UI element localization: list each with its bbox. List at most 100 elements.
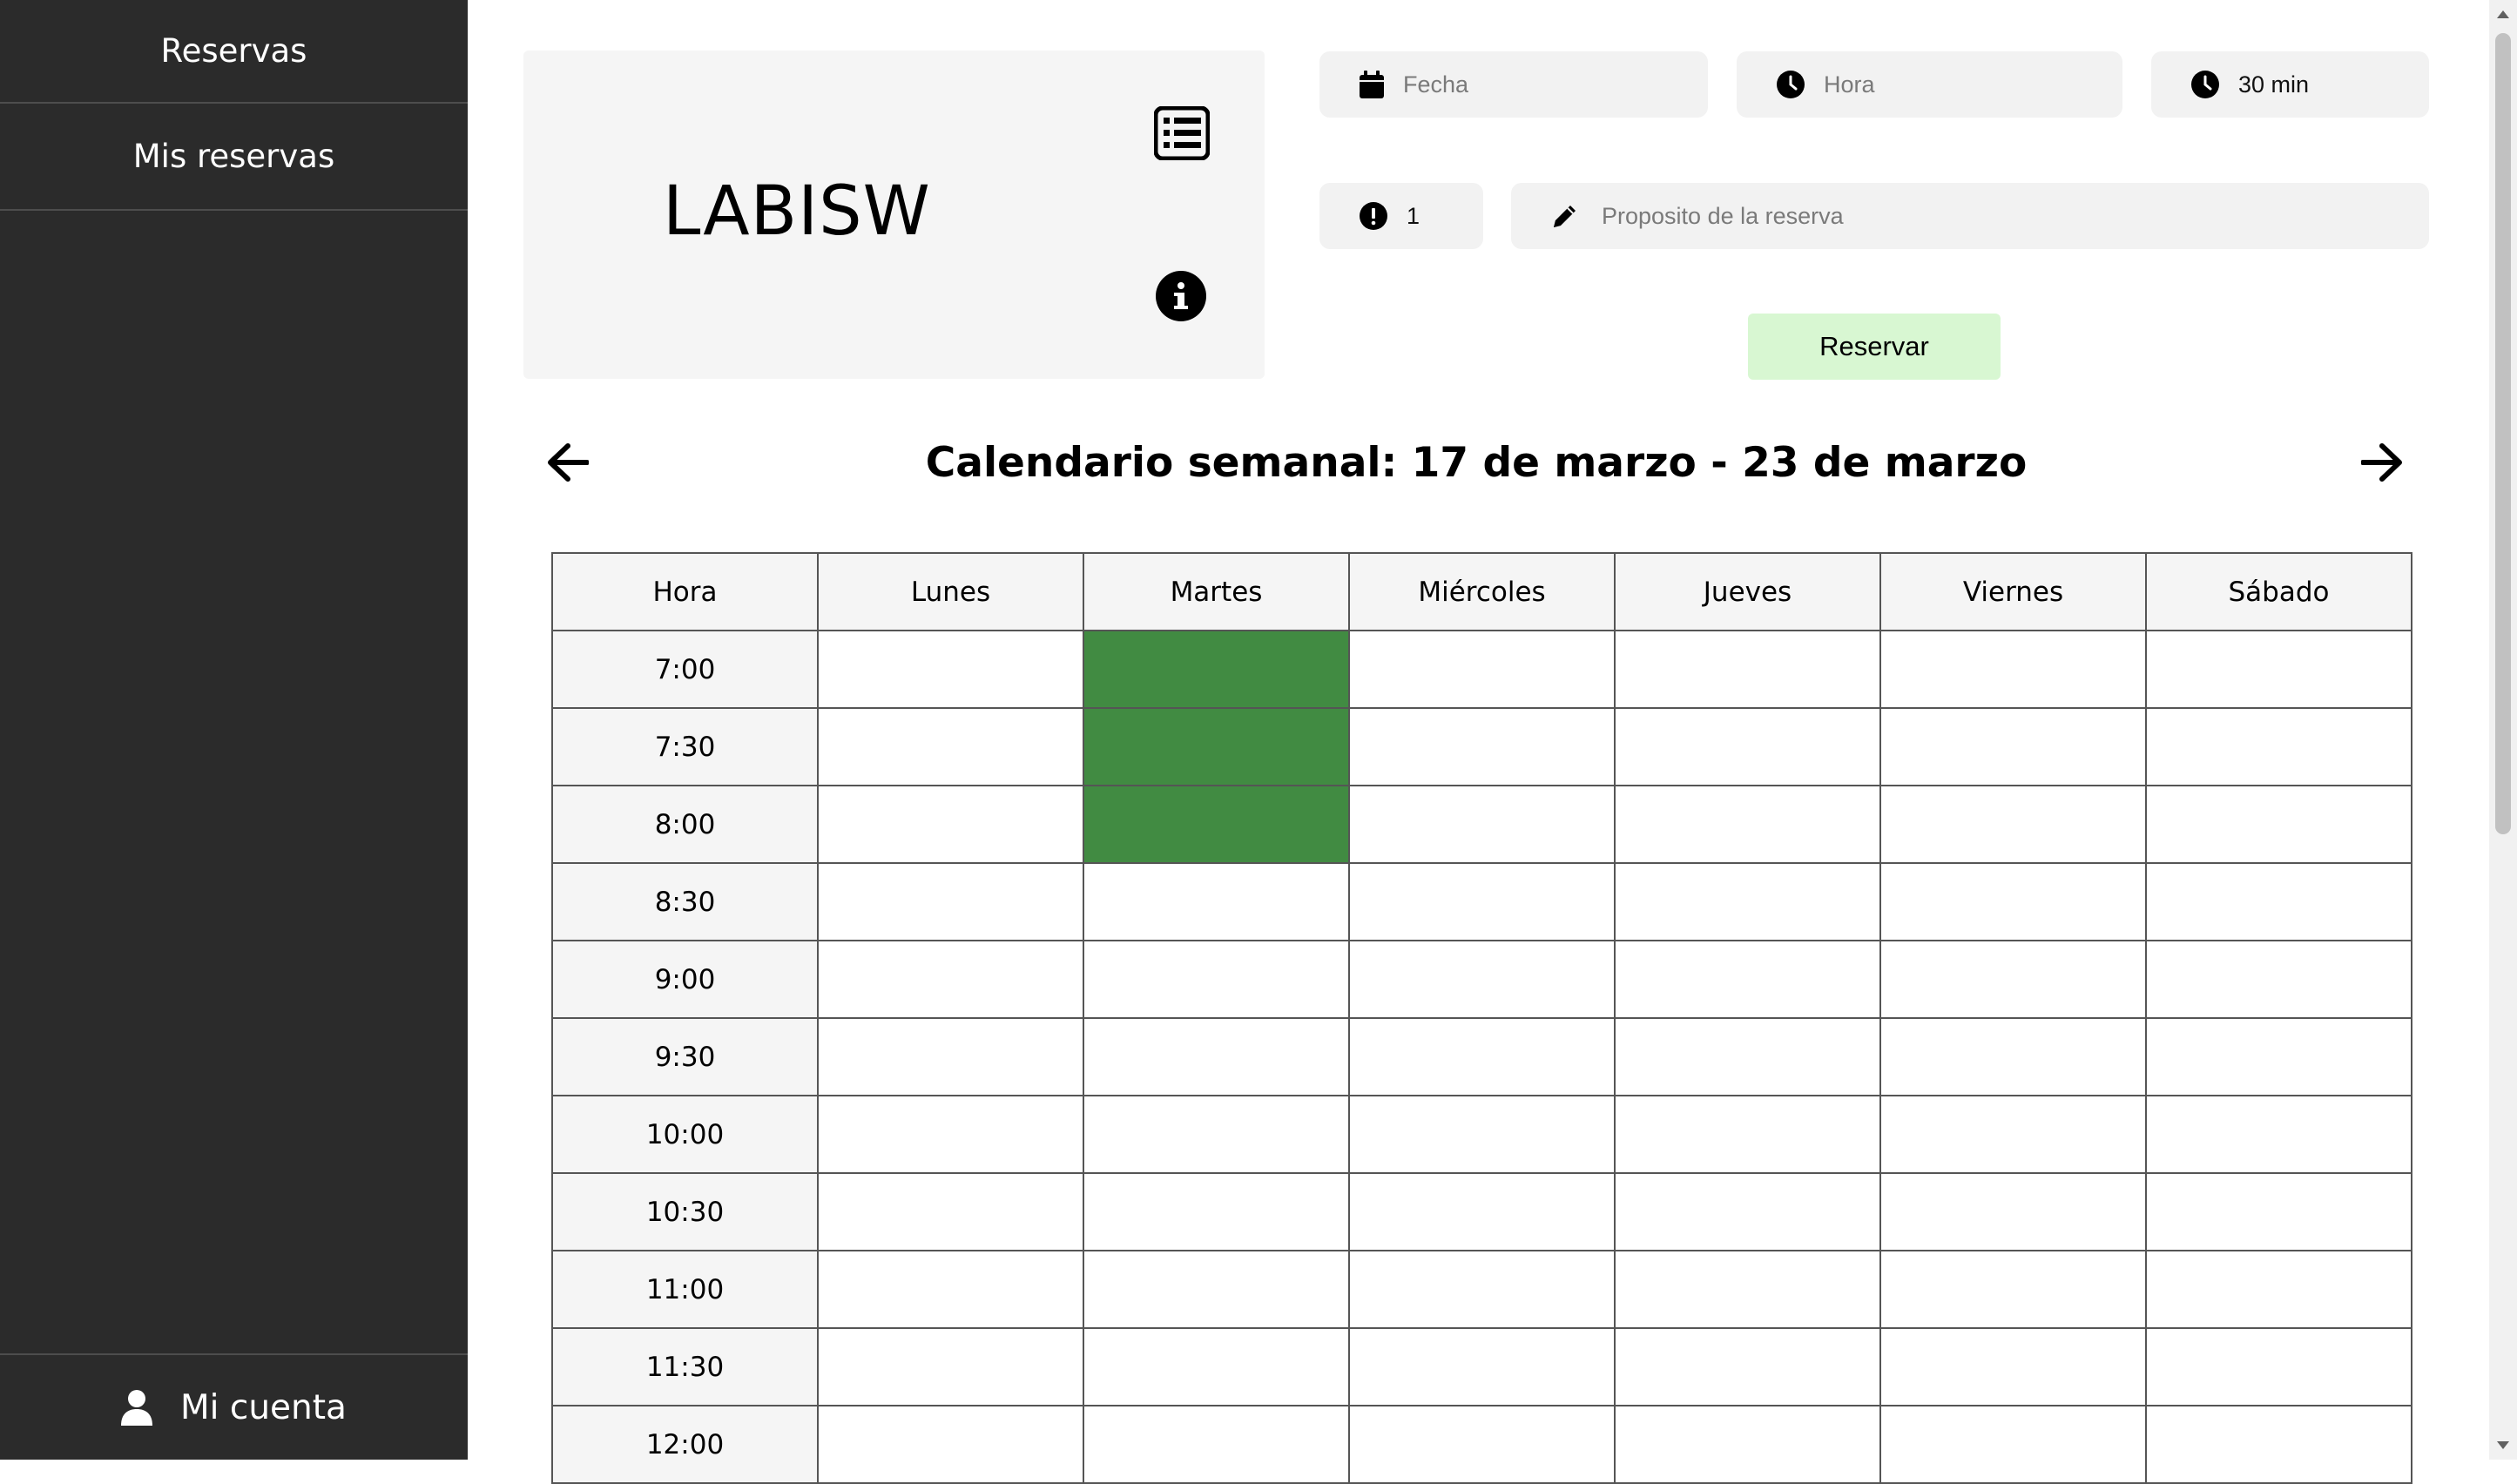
calendar-row: 10:00	[551, 1095, 2412, 1174]
account-button[interactable]: Mi cuenta	[0, 1353, 468, 1460]
calendar-slot[interactable]	[1614, 862, 1881, 941]
calendar-row: 8:30	[551, 862, 2412, 941]
calendar-slot[interactable]	[1879, 1250, 2147, 1329]
column-header-day: Jueves	[1614, 552, 1881, 631]
sidebar-item-mis-reservas[interactable]: Mis reservas	[0, 104, 468, 211]
calendar-slot[interactable]	[817, 1327, 1084, 1406]
calendar-slot[interactable]	[2145, 1017, 2412, 1096]
calendar-slot-booked[interactable]	[1083, 707, 1350, 786]
calendar-slot[interactable]	[1348, 1250, 1616, 1329]
calendar-slot[interactable]	[817, 1405, 1084, 1484]
sidebar-item-label: Reservas	[160, 32, 307, 70]
calendar-slot[interactable]	[1879, 707, 2147, 786]
calendar-slot[interactable]	[2145, 1095, 2412, 1174]
calendar-slot[interactable]	[1348, 707, 1616, 786]
calendar-slot[interactable]	[1614, 1250, 1881, 1329]
calendar-slot[interactable]	[1614, 1017, 1881, 1096]
calendar-slot[interactable]	[1083, 1095, 1350, 1174]
duration-select[interactable]: 30 min	[2151, 51, 2429, 118]
calendar-slot[interactable]	[1879, 1095, 2147, 1174]
calendar-slot[interactable]	[1348, 1017, 1616, 1096]
calendar-slot-booked[interactable]	[1083, 630, 1350, 709]
calendar-slot[interactable]	[1348, 630, 1616, 709]
calendar-slot[interactable]	[1083, 1405, 1350, 1484]
calendar-slot[interactable]	[1614, 1172, 1881, 1251]
scroll-down-icon[interactable]	[2497, 1441, 2509, 1449]
list-icon[interactable]	[1154, 106, 1210, 160]
column-header-day: Miércoles	[1348, 552, 1616, 631]
calendar-row: 10:30	[551, 1172, 2412, 1251]
calendar-slot[interactable]	[1614, 1327, 1881, 1406]
calendar-slot[interactable]	[817, 940, 1084, 1019]
calendar-slot[interactable]	[2145, 940, 2412, 1019]
calendar-slot[interactable]	[1614, 1095, 1881, 1174]
calendar-row: 8:00	[551, 785, 2412, 864]
calendar-slot[interactable]	[817, 707, 1084, 786]
calendar-row: 11:30	[551, 1327, 2412, 1406]
lab-name: LABISW	[663, 172, 931, 251]
calendar-slot[interactable]	[1614, 940, 1881, 1019]
arrow-right-icon[interactable]	[2361, 443, 2403, 482]
calendar-slot[interactable]	[817, 862, 1084, 941]
calendar-slot[interactable]	[817, 785, 1084, 864]
calendar-slot[interactable]	[817, 630, 1084, 709]
reserve-button[interactable]: Reservar	[1748, 314, 2001, 380]
calendar-slot[interactable]	[1879, 1017, 2147, 1096]
calendar-slot[interactable]	[2145, 1250, 2412, 1329]
calendar-slot[interactable]	[1348, 940, 1616, 1019]
calendar-slot[interactable]	[2145, 707, 2412, 786]
calendar-slot[interactable]	[1083, 1250, 1350, 1329]
calendar-slot[interactable]	[2145, 1405, 2412, 1484]
calendar-slot[interactable]	[1348, 785, 1616, 864]
calendar-slot[interactable]	[1083, 862, 1350, 941]
calendar-slot[interactable]	[1879, 1405, 2147, 1484]
calendar-slot[interactable]	[817, 1172, 1084, 1251]
calendar-slot[interactable]	[2145, 862, 2412, 941]
calendar-slot[interactable]	[1348, 1327, 1616, 1406]
calendar-row: 7:00	[551, 630, 2412, 709]
sidebar: Reservas Mis reservas Mi cuenta	[0, 0, 468, 1460]
calendar-slot[interactable]	[2145, 785, 2412, 864]
calendar-header-row: Hora Lunes Martes Miércoles Jueves Viernes Sáb…	[551, 552, 2412, 631]
hour-label: 9:30	[551, 1017, 819, 1096]
calendar-slot[interactable]	[1083, 940, 1350, 1019]
purpose-input[interactable]: Proposito de la reserva	[1511, 183, 2429, 249]
calendar-slot[interactable]	[1879, 862, 2147, 941]
calendar-slot[interactable]	[817, 1250, 1084, 1329]
scrollbar[interactable]	[2489, 0, 2517, 1460]
scroll-up-icon[interactable]	[2497, 10, 2509, 18]
purpose-placeholder: Proposito de la reserva	[1602, 202, 1844, 229]
calendar-slot[interactable]	[2145, 1172, 2412, 1251]
calendar-slot[interactable]	[1083, 1172, 1350, 1251]
calendar-slot[interactable]	[1879, 785, 2147, 864]
column-header-day: Viernes	[1879, 552, 2147, 631]
calendar-slot[interactable]	[1083, 1327, 1350, 1406]
calendar-slot[interactable]	[2145, 630, 2412, 709]
calendar-slot[interactable]	[1614, 707, 1881, 786]
hour-label: 10:30	[551, 1172, 819, 1251]
info-icon[interactable]	[1156, 271, 1206, 321]
calendar-slot[interactable]	[2145, 1327, 2412, 1406]
calendar-slot[interactable]	[1348, 1405, 1616, 1484]
calendar-slot[interactable]	[1879, 1327, 2147, 1406]
sidebar-item-reservas[interactable]: Reservas	[0, 0, 468, 104]
calendar-slot[interactable]	[1614, 785, 1881, 864]
calendar-slot[interactable]	[1348, 1095, 1616, 1174]
calendar-slot-booked[interactable]	[1083, 785, 1350, 864]
calendar-slot[interactable]	[1879, 1172, 2147, 1251]
calendar-slot[interactable]	[1348, 1172, 1616, 1251]
time-field[interactable]: Hora	[1737, 51, 2122, 118]
date-field[interactable]: Fecha	[1319, 51, 1708, 118]
calendar-slot[interactable]	[817, 1095, 1084, 1174]
calendar-slot[interactable]	[817, 1017, 1084, 1096]
calendar-slot[interactable]	[1879, 940, 2147, 1019]
sidebar-item-label: Mis reservas	[132, 138, 335, 175]
scroll-thumb[interactable]	[2495, 33, 2511, 834]
calendar-slot[interactable]	[1348, 862, 1616, 941]
calendar-slot[interactable]	[1614, 630, 1881, 709]
time-placeholder: Hora	[1824, 71, 1875, 98]
calendar-slot[interactable]	[1083, 1017, 1350, 1096]
count-field[interactable]: 1	[1319, 183, 1483, 249]
calendar-slot[interactable]	[1614, 1405, 1881, 1484]
calendar-slot[interactable]	[1879, 630, 2147, 709]
